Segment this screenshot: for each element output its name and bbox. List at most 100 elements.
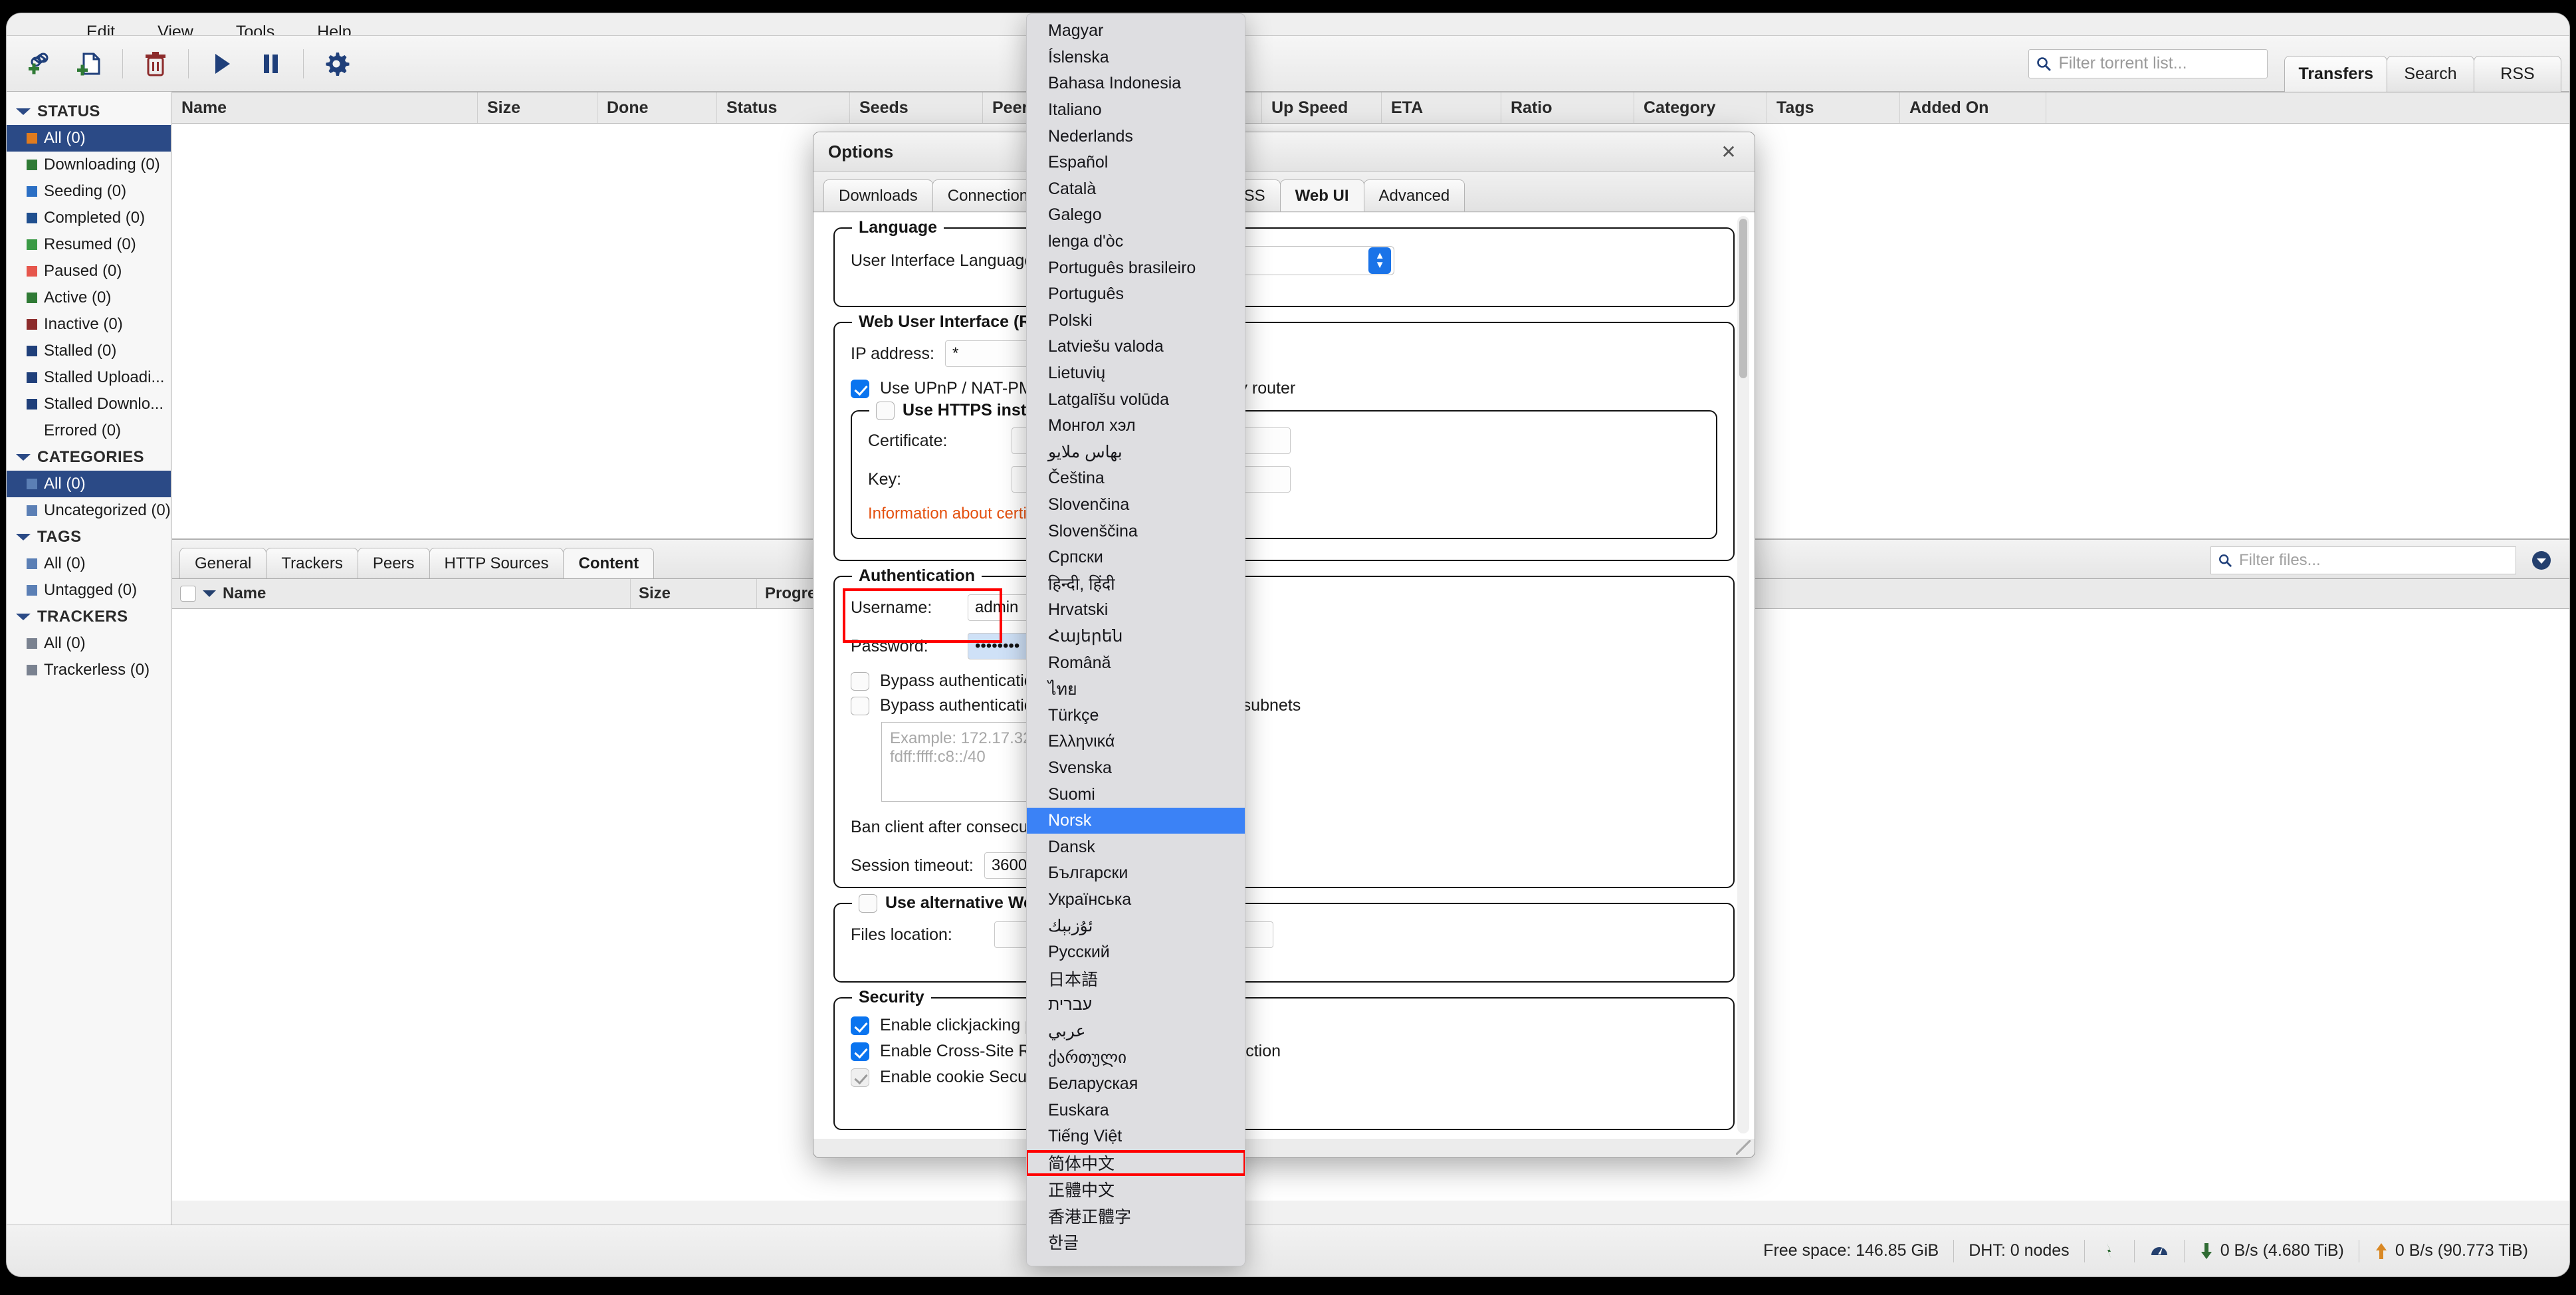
language-option[interactable]: Беларуская xyxy=(1027,1071,1245,1098)
files-column-size[interactable]: Size xyxy=(631,579,757,608)
language-option[interactable]: Հայերեն xyxy=(1027,624,1245,650)
sidebar-item-errored[interactable]: Errored (0) xyxy=(7,417,171,444)
sidebar-group-trackers[interactable]: TRACKERS xyxy=(7,604,171,630)
column-header-status[interactable]: Status xyxy=(717,92,850,123)
dialog-tab-advanced[interactable]: Advanced xyxy=(1363,179,1465,211)
language-option[interactable]: Română xyxy=(1027,649,1245,676)
language-option[interactable]: 正體中文 xyxy=(1027,1176,1245,1203)
close-icon[interactable]: ✕ xyxy=(1717,141,1740,164)
language-option[interactable]: हिन्दी, हिंदी xyxy=(1027,570,1245,597)
csrf-checkbox[interactable] xyxy=(851,1042,869,1061)
menu-item-view[interactable]: View xyxy=(158,23,193,35)
language-option[interactable]: Ελληνικά xyxy=(1027,729,1245,755)
column-header-up-speed[interactable]: Up Speed xyxy=(1262,92,1382,123)
sidebar-item-uncategorized[interactable]: Uncategorized (0) xyxy=(7,497,171,524)
column-header-category[interactable]: Category xyxy=(1634,92,1767,123)
sidebar-group-tags[interactable]: TAGS xyxy=(7,524,171,550)
sidebar-item-downloading[interactable]: Downloading (0) xyxy=(7,152,171,178)
https-checkbox[interactable] xyxy=(876,401,895,420)
language-option[interactable]: Galego xyxy=(1027,202,1245,229)
column-header-name[interactable]: Name xyxy=(172,92,478,123)
sidebar-item-stalled-downloading[interactable]: Stalled Downlo... xyxy=(7,391,171,417)
language-option[interactable]: Slovenčina xyxy=(1027,492,1245,519)
filter-sidebar[interactable]: STATUS All (0) Downloading (0) Seeding (… xyxy=(7,92,171,1225)
language-option-simplified-chinese[interactable]: 简体中文 xyxy=(1027,1149,1245,1177)
alternative-webui-checkbox[interactable] xyxy=(859,893,877,913)
sidebar-item-all-categories[interactable]: All (0) xyxy=(7,471,171,497)
tab-content[interactable]: Content xyxy=(563,548,655,578)
language-option[interactable]: 香港正體字 xyxy=(1027,1203,1245,1229)
menu-item-edit[interactable]: Edit xyxy=(86,23,115,35)
language-option[interactable]: Nederlands xyxy=(1027,123,1245,150)
language-option[interactable]: Монгол хэл xyxy=(1027,413,1245,439)
tab-transfers[interactable]: Transfers xyxy=(2284,55,2387,92)
language-option[interactable]: Italiano xyxy=(1027,97,1245,124)
language-option[interactable]: Svenska xyxy=(1027,755,1245,782)
column-header-ratio[interactable]: Ratio xyxy=(1501,92,1634,123)
clickjacking-checkbox[interactable] xyxy=(851,1016,869,1035)
language-option[interactable]: Українська xyxy=(1027,887,1245,913)
files-search-input[interactable]: Filter files... xyxy=(2210,546,2516,574)
tab-search[interactable]: Search xyxy=(2387,55,2474,92)
cookie-secure-checkbox[interactable] xyxy=(851,1068,869,1087)
files-column-name[interactable]: Name xyxy=(172,579,631,608)
sidebar-item-all-tags[interactable]: All (0) xyxy=(7,550,171,577)
language-option[interactable]: Türkçe xyxy=(1027,702,1245,729)
tab-general[interactable]: General xyxy=(179,548,267,578)
tab-trackers[interactable]: Trackers xyxy=(266,548,358,578)
language-option[interactable]: Lietuvių xyxy=(1027,360,1245,387)
language-option[interactable]: Српски xyxy=(1027,544,1245,571)
sidebar-item-resumed[interactable]: Resumed (0) xyxy=(7,231,171,258)
language-option[interactable]: Bahasa Indonesia xyxy=(1027,70,1245,97)
language-option[interactable]: Русский xyxy=(1027,939,1245,966)
language-option[interactable]: Hrvatski xyxy=(1027,597,1245,624)
language-option[interactable]: ქართული xyxy=(1027,1044,1245,1071)
language-option[interactable]: Magyar xyxy=(1027,18,1245,45)
sidebar-item-seeding[interactable]: Seeding (0) xyxy=(7,178,171,205)
sidebar-item-all-trackers[interactable]: All (0) xyxy=(7,630,171,657)
speed-limit-button[interactable] xyxy=(2135,1241,2184,1261)
settings-icon[interactable] xyxy=(312,43,361,84)
language-option[interactable]: Български xyxy=(1027,860,1245,887)
add-file-icon[interactable] xyxy=(65,43,114,84)
language-option[interactable]: Latviešu valoda xyxy=(1027,334,1245,360)
dialog-tab-web-ui[interactable]: Web UI xyxy=(1279,179,1364,211)
language-option[interactable]: 日本語 xyxy=(1027,965,1245,992)
language-option[interactable]: Čeština xyxy=(1027,465,1245,492)
language-option[interactable]: Català xyxy=(1027,176,1245,203)
column-header-done[interactable]: Done xyxy=(597,92,717,123)
language-option[interactable]: Tiếng Việt xyxy=(1027,1123,1245,1150)
language-option[interactable]: Polski xyxy=(1027,308,1245,334)
sidebar-item-active[interactable]: Active (0) xyxy=(7,285,171,311)
sidebar-item-untagged[interactable]: Untagged (0) xyxy=(7,577,171,604)
delete-icon[interactable] xyxy=(131,43,180,84)
language-dropdown-menu[interactable]: Magyar Íslenska Bahasa Indonesia Italian… xyxy=(1026,13,1245,1266)
language-option[interactable]: بهاس ملايو xyxy=(1027,439,1245,466)
sidebar-item-completed[interactable]: Completed (0) xyxy=(7,205,171,231)
transfer-column-headers[interactable]: Name Size Done Status Seeds Peers Down S… xyxy=(172,92,2569,124)
tab-http-sources[interactable]: HTTP Sources xyxy=(429,548,564,578)
column-header-seeds[interactable]: Seeds xyxy=(850,92,983,123)
language-option[interactable]: Íslenska xyxy=(1027,45,1245,71)
select-all-checkbox[interactable] xyxy=(180,586,196,602)
dialog-scrollbar[interactable] xyxy=(1737,216,1749,1133)
language-option[interactable]: Latgalīšu volūda xyxy=(1027,386,1245,413)
language-option[interactable]: lenga d'òc xyxy=(1027,229,1245,255)
language-option[interactable]: Português brasileiro xyxy=(1027,255,1245,281)
language-option[interactable]: Euskara xyxy=(1027,1097,1245,1123)
language-option-selected[interactable]: Norsk xyxy=(1027,807,1245,834)
bypass-localhost-checkbox[interactable] xyxy=(851,671,869,691)
language-option[interactable]: ไทย xyxy=(1027,676,1245,703)
column-header-tags[interactable]: Tags xyxy=(1767,92,1900,123)
dialog-scrollbar-thumb[interactable] xyxy=(1739,219,1747,378)
language-option[interactable]: עברית xyxy=(1027,992,1245,1018)
upnp-checkbox[interactable] xyxy=(851,379,869,398)
language-option[interactable]: Português xyxy=(1027,281,1245,308)
bypass-subnet-checkbox[interactable] xyxy=(851,696,869,715)
sidebar-group-categories[interactable]: CATEGORIES xyxy=(7,444,171,471)
tab-rss[interactable]: RSS xyxy=(2474,55,2561,92)
sidebar-item-inactive[interactable]: Inactive (0) xyxy=(7,311,171,338)
column-header-eta[interactable]: ETA xyxy=(1382,92,1501,123)
language-option[interactable]: عربي xyxy=(1027,1018,1245,1045)
language-option[interactable]: ئۇزبېك xyxy=(1027,913,1245,939)
